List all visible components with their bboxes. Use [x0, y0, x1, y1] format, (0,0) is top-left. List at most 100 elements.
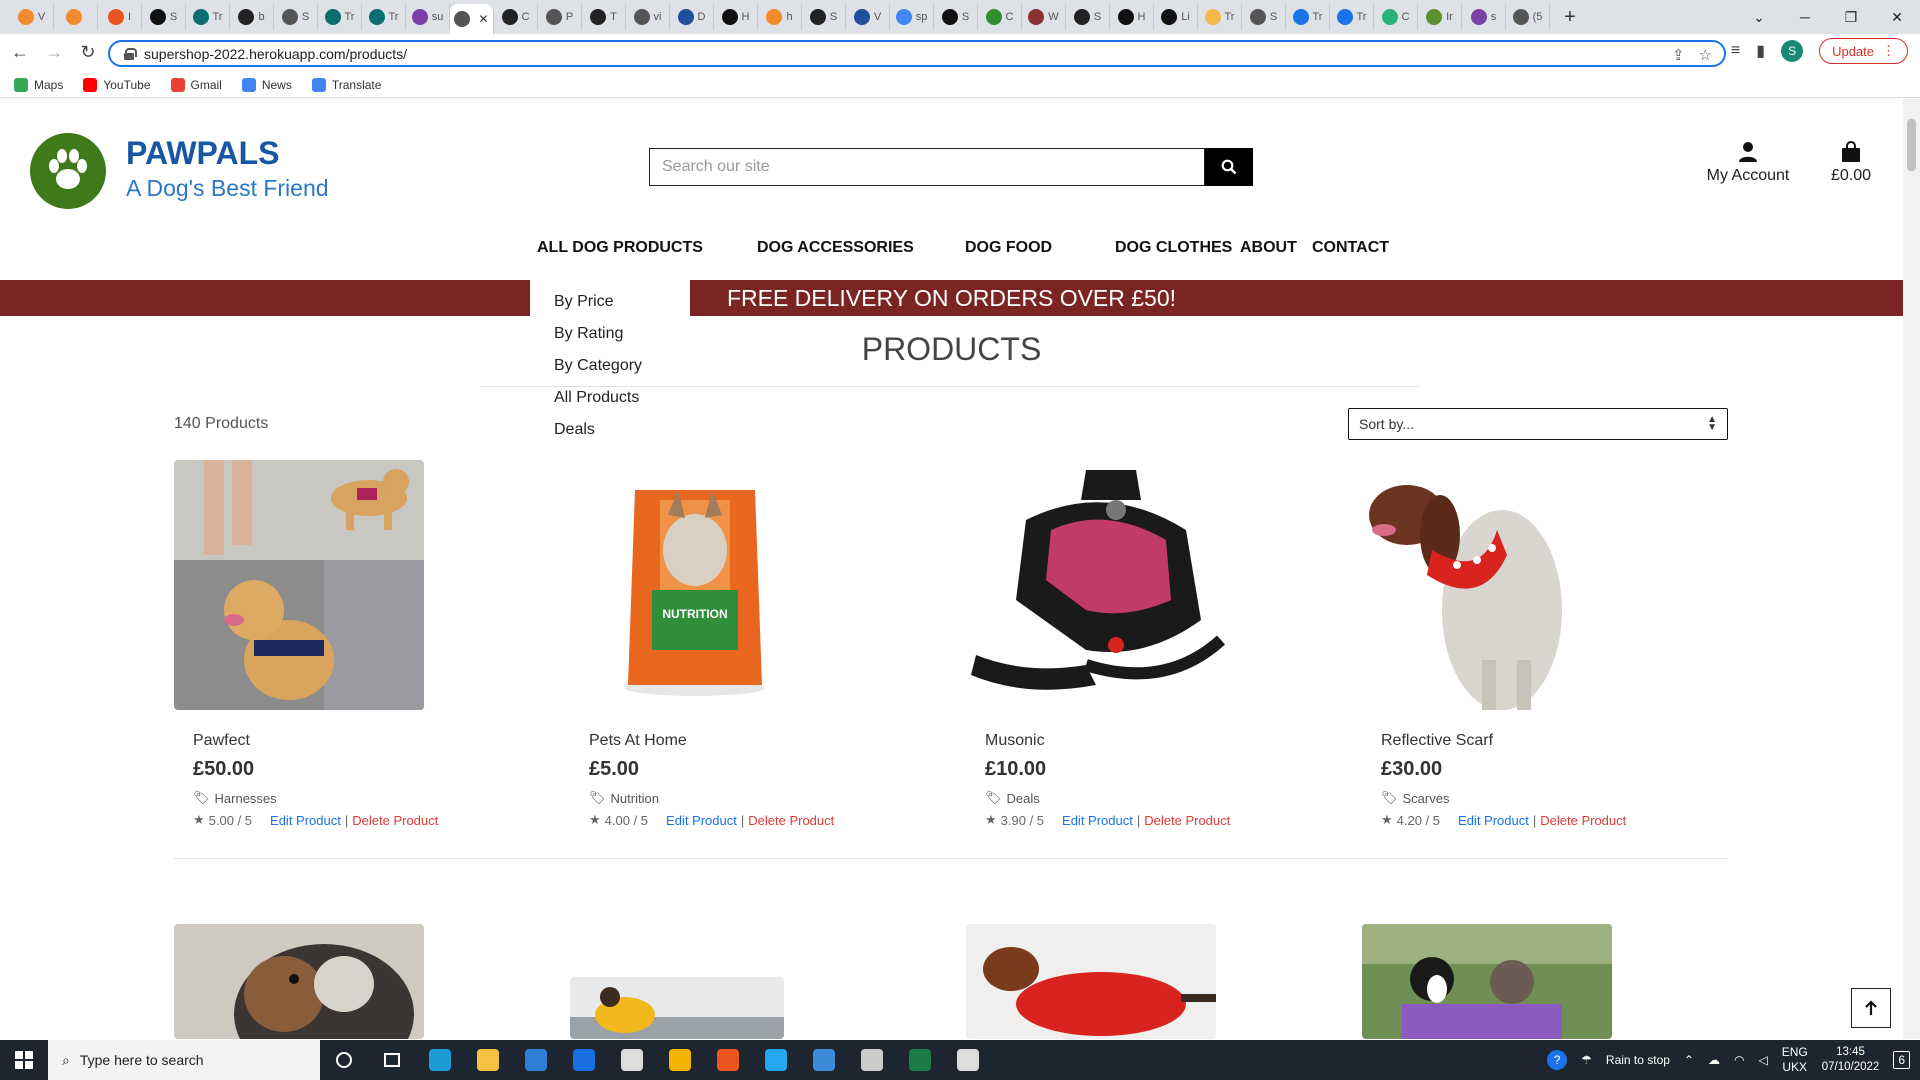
- paint-icon[interactable]: [944, 1040, 992, 1080]
- product-image-dachshund-coat[interactable]: [966, 924, 1216, 1039]
- reading-list-icon[interactable]: ≡: [1731, 42, 1740, 60]
- new-tab-button[interactable]: +: [1556, 6, 1584, 29]
- browser-tab[interactable]: ✕: [450, 4, 494, 34]
- browser-tab[interactable]: b: [230, 4, 274, 30]
- bookmark-news[interactable]: News: [241, 77, 292, 92]
- dropdown-deals[interactable]: Deals: [530, 414, 690, 446]
- browser-tab[interactable]: D: [670, 4, 714, 30]
- weather-text[interactable]: Rain to stop: [1606, 1053, 1670, 1067]
- browser-tab[interactable]: S: [802, 4, 846, 30]
- brand-name[interactable]: PAWPALS: [126, 135, 279, 172]
- browser-tab[interactable]: C: [1374, 4, 1418, 30]
- browser-tab[interactable]: h: [758, 4, 802, 30]
- scrollbar-thumb[interactable]: [1907, 119, 1916, 171]
- profile-avatar[interactable]: S: [1781, 40, 1804, 62]
- product-image-spaniel-scarf[interactable]: [1362, 460, 1562, 710]
- browser-tab[interactable]: s: [1462, 4, 1506, 30]
- bookmark-translate[interactable]: Translate: [311, 77, 381, 92]
- browser-tab[interactable]: su: [406, 4, 450, 30]
- product-category[interactable]: 🏷 Nutrition: [589, 790, 659, 806]
- product-image-aussie-dog[interactable]: [174, 924, 424, 1039]
- product-category[interactable]: 🏷 Deals: [985, 790, 1040, 806]
- nav-about[interactable]: ABOUT: [1240, 239, 1297, 257]
- browser-tab[interactable]: W: [1022, 4, 1066, 30]
- page-scrollbar[interactable]: [1903, 99, 1920, 1039]
- office-icon[interactable]: [704, 1040, 752, 1080]
- browser-tab[interactable]: S: [1066, 4, 1110, 30]
- browser-tab[interactable]: vi: [626, 4, 670, 30]
- browser-tab[interactable]: V: [10, 4, 54, 30]
- browser-tab[interactable]: [54, 4, 98, 30]
- browser-tab[interactable]: Li: [1154, 4, 1198, 30]
- nav-dog-clothes[interactable]: DOG CLOTHES: [1115, 239, 1232, 257]
- cortana-icon[interactable]: [320, 1040, 368, 1080]
- tray-chevron-icon[interactable]: ⌃: [1684, 1053, 1694, 1067]
- edit-product-link[interactable]: Edit Product: [270, 813, 341, 828]
- nav-all-dog-products[interactable]: ALL DOG PRODUCTS: [537, 239, 703, 257]
- nav-dog-accessories[interactable]: DOG ACCESSORIES: [757, 239, 914, 257]
- browser-tab[interactable]: Tr: [1330, 4, 1374, 30]
- back-to-top-button[interactable]: [1851, 988, 1891, 1028]
- back-icon[interactable]: ←: [6, 42, 34, 63]
- browser-tab[interactable]: Tr: [1286, 4, 1330, 30]
- browser-tab[interactable]: P: [538, 4, 582, 30]
- delete-product-link[interactable]: Delete Product: [748, 813, 834, 828]
- address-bar[interactable]: supershop-2022.herokuapp.com/products/ ⇪…: [108, 40, 1726, 67]
- product-name[interactable]: Reflective Scarf: [1381, 732, 1493, 750]
- bookmark-maps[interactable]: Maps: [14, 77, 63, 92]
- notifications-icon[interactable]: 6: [1893, 1051, 1910, 1069]
- cart-link[interactable]: £0.00: [1826, 141, 1876, 185]
- start-button[interactable]: [0, 1040, 48, 1080]
- product-name[interactable]: Pets At Home: [589, 732, 687, 750]
- product-image-collie-jumper[interactable]: [1362, 924, 1612, 1039]
- product-name[interactable]: Pawfect: [193, 732, 250, 750]
- browser-tab[interactable]: V: [846, 4, 890, 30]
- onedrive-icon[interactable]: ☁: [1708, 1053, 1720, 1067]
- side-panel-icon[interactable]: ▮: [1756, 41, 1765, 61]
- browser-tab[interactable]: Tr: [318, 4, 362, 30]
- browser-tab[interactable]: H: [714, 4, 758, 30]
- excel-icon[interactable]: [896, 1040, 944, 1080]
- product-image-yellow-coat[interactable]: [570, 977, 784, 1039]
- search-input[interactable]: [649, 148, 1205, 186]
- sort-select[interactable]: Sort by... ▲ ▼: [1348, 408, 1728, 440]
- dropdown-by-price[interactable]: By Price: [530, 286, 690, 318]
- edit-product-link[interactable]: Edit Product: [1458, 813, 1529, 828]
- product-image-pink-harness[interactable]: [966, 460, 1238, 710]
- calendar-icon[interactable]: [848, 1040, 896, 1080]
- delete-product-link[interactable]: Delete Product: [352, 813, 438, 828]
- nav-dog-food[interactable]: DOG FOOD: [965, 239, 1052, 257]
- forward-icon[interactable]: →: [40, 42, 68, 63]
- browser-tab[interactable]: H: [1110, 4, 1154, 30]
- bookmark-star-icon[interactable]: ☆: [1699, 46, 1712, 64]
- product-name[interactable]: Musonic: [985, 732, 1045, 750]
- product-image-harness-dogs[interactable]: [174, 460, 424, 710]
- paw-logo-icon[interactable]: [30, 133, 106, 209]
- photos-icon[interactable]: [800, 1040, 848, 1080]
- edit-product-link[interactable]: Edit Product: [666, 813, 737, 828]
- browser-tab[interactable]: C: [494, 4, 538, 30]
- browser-tab[interactable]: Ir: [1418, 4, 1462, 30]
- reload-icon[interactable]: ↻: [74, 42, 102, 63]
- vscode-icon[interactable]: [752, 1040, 800, 1080]
- nav-contact[interactable]: CONTACT: [1312, 239, 1389, 257]
- browser-tab[interactable]: I: [98, 4, 142, 30]
- language-indicator[interactable]: ENG UKX: [1782, 1045, 1808, 1075]
- browser-tab[interactable]: Tr: [1198, 4, 1242, 30]
- bookmark-gmail[interactable]: Gmail: [170, 77, 222, 92]
- close-window-button[interactable]: ✕: [1874, 0, 1920, 34]
- edit-product-link[interactable]: Edit Product: [1062, 813, 1133, 828]
- browser-tab[interactable]: T: [582, 4, 626, 30]
- task-view-icon[interactable]: [368, 1040, 416, 1080]
- my-account-link[interactable]: My Account: [1700, 141, 1796, 185]
- help-icon[interactable]: ?: [1547, 1050, 1568, 1070]
- github-desktop-icon[interactable]: [608, 1040, 656, 1080]
- chrome-icon[interactable]: [656, 1040, 704, 1080]
- taskbar-search[interactable]: ⌕ Type here to search: [48, 1040, 320, 1080]
- browser-tab[interactable]: C: [978, 4, 1022, 30]
- restore-button[interactable]: ❐: [1828, 0, 1874, 34]
- browser-tab[interactable]: sp: [890, 4, 934, 30]
- browser-tab[interactable]: S: [934, 4, 978, 30]
- delete-product-link[interactable]: Delete Product: [1144, 813, 1230, 828]
- volume-icon[interactable]: ◁: [1759, 1053, 1768, 1067]
